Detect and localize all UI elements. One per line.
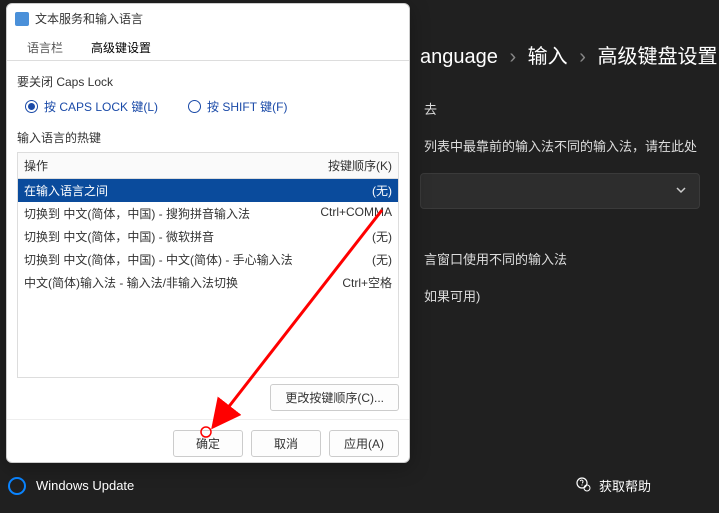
list-item[interactable]: 切换到 中文(简体，中国) - 中文(简体) - 手心输入法 (无) xyxy=(18,248,398,271)
breadcrumb-item-advanced-keyboard: 高级键盘设置 xyxy=(597,46,717,68)
list-item[interactable]: 切换到 中文(简体，中国) - 搜狗拼音输入法 Ctrl+COMMA xyxy=(18,202,398,225)
get-help-link[interactable]: 获取帮助 xyxy=(575,476,651,495)
input-method-dropdown[interactable] xyxy=(420,173,700,209)
column-action: 操作 xyxy=(24,157,48,174)
breadcrumb-sep-icon: › xyxy=(579,46,586,68)
column-key-sequence: 按键顺序(K) xyxy=(328,157,392,174)
radio-icon xyxy=(188,100,201,113)
ok-button[interactable]: 确定 xyxy=(173,430,243,457)
hotkey-section-label: 输入语言的热键 xyxy=(17,129,399,146)
breadcrumb-sep-icon: › xyxy=(509,46,516,68)
dialog-title: 文本服务和输入语言 xyxy=(35,10,143,27)
bottom-bar: Windows Update 获取帮助 xyxy=(8,476,711,495)
hotkey-key: Ctrl+空格 xyxy=(342,274,392,291)
windows-update-label: Windows Update xyxy=(36,478,134,493)
update-icon xyxy=(8,477,26,495)
app-icon xyxy=(15,12,29,26)
radio-shift-key[interactable]: 按 SHIFT 键(F) xyxy=(188,98,287,115)
settings-text-if-available: 如果可用) xyxy=(420,286,719,305)
list-item[interactable]: 在输入语言之间 (无) xyxy=(18,179,398,202)
change-key-sequence-row: 更改按键顺序(C)... xyxy=(17,384,399,411)
breadcrumb-item-input[interactable]: 输入 xyxy=(528,46,568,68)
settings-text-fragment: 去 xyxy=(420,99,719,118)
radio-label-caps-lock: 按 CAPS LOCK 键(L) xyxy=(44,98,158,115)
caps-lock-group-label: 要关闭 Caps Lock xyxy=(17,73,399,90)
settings-text-per-window: 言窗口使用不同的输入法 xyxy=(420,249,719,268)
radio-icon xyxy=(25,100,38,113)
apply-button[interactable]: 应用(A) xyxy=(329,430,399,457)
radio-label-shift: 按 SHIFT 键(F) xyxy=(207,98,287,115)
hotkey-action: 切换到 中文(简体，中国) - 搜狗拼音输入法 xyxy=(24,205,250,222)
text-services-dialog: 文本服务和输入语言 语言栏 高级键设置 要关闭 Caps Lock 按 CAPS… xyxy=(6,3,410,463)
radio-caps-lock-key[interactable]: 按 CAPS LOCK 键(L) xyxy=(25,98,158,115)
hotkey-action: 切换到 中文(简体，中国) - 微软拼音 xyxy=(24,228,214,245)
hotkey-action: 在输入语言之间 xyxy=(24,182,108,199)
get-help-label: 获取帮助 xyxy=(599,476,651,495)
hotkey-key: (无) xyxy=(372,251,392,268)
cancel-button[interactable]: 取消 xyxy=(251,430,321,457)
tab-language-bar[interactable]: 语言栏 xyxy=(13,33,77,60)
hotkey-list[interactable]: 在输入语言之间 (无) 切换到 中文(简体，中国) - 搜狗拼音输入法 Ctrl… xyxy=(17,178,399,378)
caps-lock-radio-group: 按 CAPS LOCK 键(L) 按 SHIFT 键(F) xyxy=(17,96,399,125)
breadcrumb: anguage › 输入 › 高级键盘设置 xyxy=(420,40,719,69)
hotkey-key: (无) xyxy=(372,182,392,199)
dialog-titlebar: 文本服务和输入语言 xyxy=(7,4,409,33)
hotkey-list-header: 操作 按键顺序(K) xyxy=(17,152,399,178)
windows-update-link[interactable]: Windows Update xyxy=(8,477,134,495)
hotkey-key: (无) xyxy=(372,228,392,245)
dialog-tabs: 语言栏 高级键设置 xyxy=(7,33,409,61)
help-icon xyxy=(575,476,591,495)
tab-advanced-key-settings[interactable]: 高级键设置 xyxy=(77,33,165,60)
settings-text-override-default: 列表中最靠前的输入法不同的输入法，请在此处 xyxy=(420,136,719,155)
dialog-footer: 确定 取消 应用(A) xyxy=(7,419,409,467)
change-key-sequence-button[interactable]: 更改按键顺序(C)... xyxy=(270,384,399,411)
hotkey-action: 切换到 中文(简体，中国) - 中文(简体) - 手心输入法 xyxy=(24,251,293,268)
chevron-down-icon xyxy=(675,184,687,199)
dialog-body: 要关闭 Caps Lock 按 CAPS LOCK 键(L) 按 SHIFT 键… xyxy=(7,61,409,419)
hotkey-action: 中文(简体)输入法 - 输入法/非输入法切换 xyxy=(24,274,238,291)
list-item[interactable]: 中文(简体)输入法 - 输入法/非输入法切换 Ctrl+空格 xyxy=(18,271,398,294)
breadcrumb-item-language[interactable]: anguage xyxy=(420,46,498,68)
list-item[interactable]: 切换到 中文(简体，中国) - 微软拼音 (无) xyxy=(18,225,398,248)
hotkey-key: Ctrl+COMMA xyxy=(320,205,392,222)
